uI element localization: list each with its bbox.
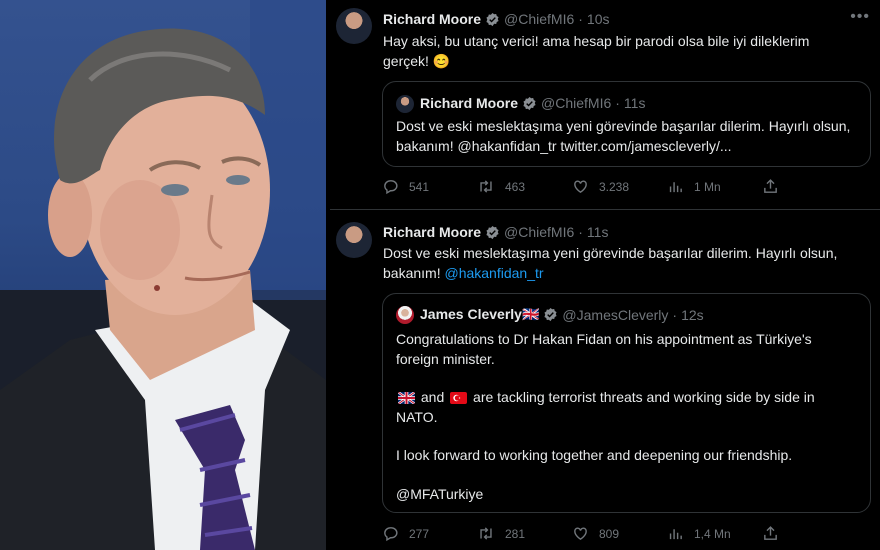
quote-avatar xyxy=(396,95,414,113)
views-icon xyxy=(669,529,682,540)
reply-button[interactable]: 277 xyxy=(382,525,477,542)
quote-header: Richard Moore @ChiefMI6 · 11s xyxy=(420,95,645,111)
quote-mention: @MFATurkiye xyxy=(396,486,484,502)
reply-button[interactable]: 541 xyxy=(382,178,477,195)
share-button[interactable] xyxy=(762,525,857,542)
author-handle[interactable]: @ChiefMI6 xyxy=(504,11,574,27)
retweet-count: 281 xyxy=(505,526,526,541)
portrait-illustration xyxy=(0,0,326,550)
tweet-actions: 541 463 3.238 1 Mn xyxy=(382,178,870,195)
quoted-tweet[interactable]: Richard Moore @ChiefMI6 · 11s Dost ve es… xyxy=(382,81,871,167)
tweet-text: Dost ve eski meslektaşıma yeni görevinde… xyxy=(383,243,868,283)
turkey-flag-icon xyxy=(450,392,468,404)
uk-flag-icon xyxy=(398,392,415,404)
reply-icon xyxy=(384,180,398,195)
like-button[interactable]: 3.238 xyxy=(572,178,667,195)
quote-author-name: James Cleverly🇬🇧 xyxy=(420,306,540,322)
quote-author-handle: @JamesCleverly xyxy=(562,306,669,323)
separator-dot: · xyxy=(672,306,678,323)
tweet-text: Hay aksi, bu utanç verici! ama hesap bir… xyxy=(383,33,810,69)
reply-count: 541 xyxy=(409,179,430,194)
quote-timestamp: 12s xyxy=(681,306,704,323)
separator-dot: · xyxy=(578,11,583,27)
views-icon xyxy=(669,182,682,193)
portrait-photo xyxy=(0,0,326,550)
like-button[interactable]: 809 xyxy=(572,525,667,542)
retweet-button[interactable]: 463 xyxy=(477,178,572,195)
avatar[interactable] xyxy=(336,8,372,44)
like-icon xyxy=(574,180,587,194)
avatar[interactable] xyxy=(336,222,372,258)
like-count: 3.238 xyxy=(599,179,630,194)
quote-paragraph-2-and: and xyxy=(420,389,445,405)
retweet-button[interactable]: 281 xyxy=(477,525,572,542)
quote-avatar xyxy=(396,306,414,324)
share-button[interactable] xyxy=(762,178,857,195)
verified-badge-icon xyxy=(486,12,499,26)
views-button[interactable]: 1,4 Mn xyxy=(667,525,762,542)
retweet-count: 463 xyxy=(505,179,526,194)
quote-paragraph-1: Congratulations to Dr Hakan Fidan on his… xyxy=(396,331,812,367)
verified-badge-icon xyxy=(523,96,536,110)
reply-count: 277 xyxy=(409,526,430,541)
retweet-icon xyxy=(480,527,492,540)
quote-author-name: Richard Moore xyxy=(420,95,519,111)
share-icon xyxy=(764,179,777,193)
author-name[interactable]: Richard Moore xyxy=(383,11,481,27)
quote-paragraph-3: I look forward to working together and d… xyxy=(396,447,793,463)
views-button[interactable]: 1 Mn xyxy=(667,178,762,195)
tweet-timeline: Richard Moore @ChiefMI6 · 10s ••• Hay ak… xyxy=(330,0,880,550)
tweet-actions: 277 281 809 1,4 Mn xyxy=(382,525,870,542)
mention-link[interactable]: @hakanfidan_tr xyxy=(444,265,543,281)
like-count: 809 xyxy=(599,526,620,541)
more-icon[interactable]: ••• xyxy=(850,8,870,26)
retweet-icon xyxy=(480,180,492,193)
quote-header: James Cleverly🇬🇧 @JamesCleverly · 12s xyxy=(420,306,704,323)
like-icon xyxy=(574,527,587,541)
separator-dot: · xyxy=(615,95,620,111)
quote-author-handle: @ChiefMI6 xyxy=(541,95,612,111)
share-icon xyxy=(764,526,777,540)
author-name[interactable]: Richard Moore xyxy=(383,224,481,240)
tweet-header: Richard Moore @ChiefMI6 · 11s xyxy=(383,224,608,240)
separator-dot: · xyxy=(578,224,583,240)
quoted-tweet[interactable]: James Cleverly🇬🇧 @JamesCleverly · 12s Co… xyxy=(382,293,871,513)
reply-icon xyxy=(384,527,398,542)
views-count: 1,4 Mn xyxy=(694,526,731,541)
verified-badge-icon xyxy=(486,225,499,239)
timestamp[interactable]: 10s xyxy=(587,11,610,27)
quote-timestamp: 11s xyxy=(623,95,646,111)
views-count: 1 Mn xyxy=(694,179,721,194)
tweet-header: Richard Moore @ChiefMI6 · 10s xyxy=(383,11,610,27)
quote-paragraph-2: and are tackling terrorist threats and w… xyxy=(396,387,856,427)
quote-text: Dost ve eski meslektaşıma yeni görevinde… xyxy=(396,118,851,154)
verified-badge-icon xyxy=(544,307,557,322)
tweet-1[interactable]: Richard Moore @ChiefMI6 · 10s ••• Hay ak… xyxy=(330,0,880,210)
author-handle[interactable]: @ChiefMI6 xyxy=(504,224,574,240)
tweet-2[interactable]: Richard Moore @ChiefMI6 · 11s Dost ve es… xyxy=(330,210,880,550)
timestamp[interactable]: 11s xyxy=(587,224,609,240)
